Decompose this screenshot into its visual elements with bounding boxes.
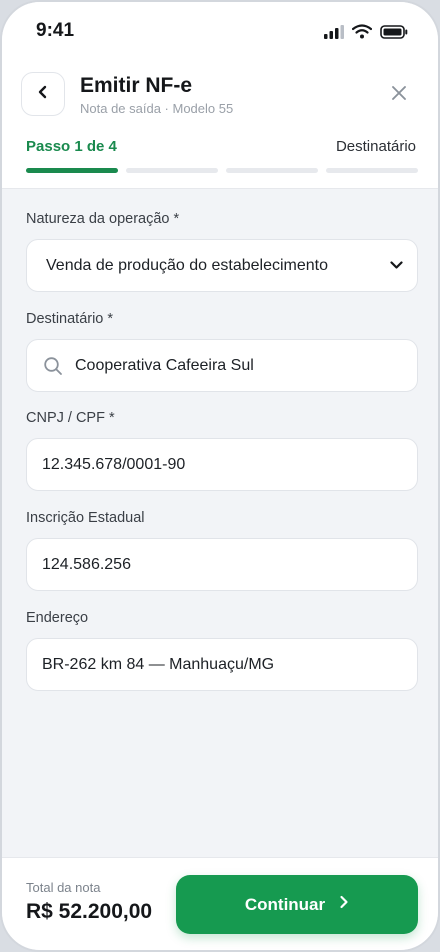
signal-icon <box>324 24 344 44</box>
destinatario-value: Cooperativa Cafeeira Sul <box>75 356 254 374</box>
inscricao-label: Inscrição Estadual <box>26 510 145 526</box>
status-icons <box>324 24 408 44</box>
progress-segment-4 <box>326 168 418 173</box>
endereco-value: BR-262 km 84 — Manhuaçu/MG <box>42 655 275 673</box>
natureza-value: Venda de produção do estabelecimento <box>46 256 328 274</box>
status-time: 9:41 <box>36 20 75 41</box>
step-progress <box>26 168 418 173</box>
cnpj-label: CNPJ / CPF * <box>26 410 115 426</box>
page-title: Emitir NF-e <box>80 74 193 97</box>
phone-screen: 9:41 Emitir NF-e Nota de saída · Modelo … <box>0 0 440 952</box>
search-icon <box>43 356 63 376</box>
page-subtitle: Nota de saída · Modelo 55 <box>80 101 234 116</box>
endereco-label: Endereço <box>26 610 89 626</box>
back-arrow-icon <box>36 85 50 104</box>
header-panel: 9:41 Emitir NF-e Nota de saída · Modelo … <box>2 2 438 189</box>
total-value: R$ 52.200,00 <box>26 900 153 923</box>
step-label: Passo 1 de 4 <box>26 138 117 155</box>
inscricao-value: 124.586.256 <box>42 555 131 573</box>
cnpj-value: 12.345.678/0001-90 <box>42 455 186 473</box>
destinatario-label: Destinatário * <box>26 311 114 327</box>
progress-segment-2 <box>126 168 218 173</box>
progress-segment-3 <box>226 168 318 173</box>
cnpj-field[interactable]: 12.345.678/0001-90 <box>26 438 418 491</box>
total-label: Total da nota <box>26 880 101 895</box>
bottom-bar: Total da nota R$ 52.200,00 Continuar <box>2 857 438 950</box>
continue-button[interactable]: Continuar <box>176 875 418 934</box>
chevron-down-icon <box>390 261 403 270</box>
close-icon <box>391 85 407 106</box>
back-button[interactable] <box>21 72 65 116</box>
natureza-label: Natureza da operação * <box>26 211 180 227</box>
close-button[interactable] <box>386 82 412 108</box>
natureza-select[interactable]: Venda de produção do estabelecimento <box>26 239 418 292</box>
chevron-right-icon <box>339 895 349 914</box>
endereco-field[interactable]: BR-262 km 84 — Manhuaçu/MG <box>26 638 418 691</box>
inscricao-field[interactable]: 124.586.256 <box>26 538 418 591</box>
progress-segment-1 <box>26 168 118 173</box>
destinatario-search-input[interactable]: Cooperativa Cafeeira Sul <box>26 339 418 392</box>
battery-icon <box>380 24 408 44</box>
continue-label: Continuar <box>244 894 326 914</box>
step-name: Destinatário <box>335 138 416 155</box>
wifi-icon <box>351 24 373 44</box>
